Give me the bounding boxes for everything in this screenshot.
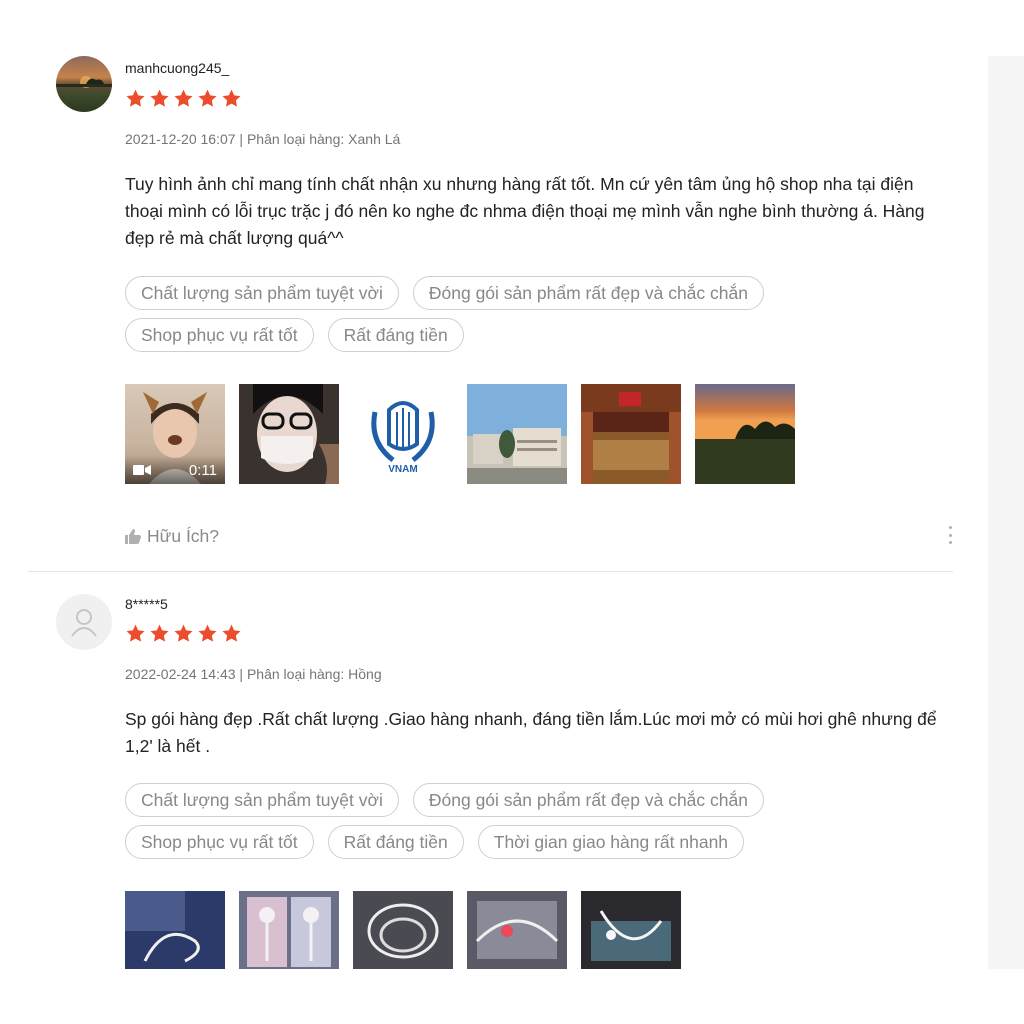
helpful-button[interactable]: Hữu Ích? [125, 526, 219, 547]
sunset-avatar-image [56, 76, 112, 88]
video-camera-icon [133, 465, 151, 475]
star-icon [174, 89, 193, 107]
review-variation: Phân loại hàng: Hồng [246, 666, 382, 682]
earphones-table-image [581, 891, 681, 969]
review-timestamp: 2021-12-20 16:07 [125, 131, 236, 147]
star-icon [174, 624, 193, 642]
review-tag: Đóng gói sản phẩm rất đẹp và chắc chắn [412, 276, 764, 310]
cable-photo-image [353, 891, 453, 969]
thumbs-up-icon [125, 529, 141, 544]
review-media [125, 891, 681, 969]
review-tags: Chất lượng sản phẩm tuyệt vời Đóng gói s… [125, 276, 885, 352]
earphones-photo-image [125, 891, 225, 969]
review-tag: Shop phục vụ rất tốt [125, 825, 314, 859]
review-tag: Đóng gói sản phẩm rất đẹp và chắc chắn [412, 783, 764, 817]
masked-person-image [239, 384, 339, 484]
right-scroll-panel [988, 56, 1024, 969]
star-rating [125, 89, 242, 107]
reviewer-username[interactable]: manhcuong245_ [125, 60, 229, 76]
review-variation: Phân loại hàng: Xanh Lá [246, 131, 401, 147]
review-meta: 2022-02-24 14:43 | Phân loại hàng: Hồng [125, 666, 382, 682]
photo-thumbnail[interactable] [581, 891, 681, 969]
photo-thumbnail[interactable] [239, 891, 339, 969]
star-icon [126, 89, 145, 107]
photo-thumbnail[interactable] [125, 891, 225, 969]
photo-thumbnail[interactable] [353, 891, 453, 969]
star-icon [222, 624, 241, 642]
review-tag: Chất lượng sản phẩm tuyệt vời [125, 783, 399, 817]
review-comment: Tuy hình ảnh chỉ mang tính chất nhận xu … [125, 174, 925, 248]
review-meta: 2021-12-20 16:07 | Phân loại hàng: Xanh … [125, 131, 401, 147]
photo-thumbnail[interactable] [695, 384, 795, 484]
building-image [467, 384, 567, 484]
reviewer-username[interactable]: 8*****5 [125, 596, 168, 612]
photo-thumbnail[interactable] [467, 891, 567, 969]
review-media: 0:11 VNAM [125, 384, 795, 484]
review-tag: Rất đáng tiền [327, 825, 464, 859]
user-placeholder-icon [71, 609, 97, 637]
earphones-bag-image [467, 891, 567, 969]
review-tags: Chất lượng sản phẩm tuyệt vời Đóng gói s… [125, 783, 885, 859]
orchestra-stage-image [581, 384, 681, 484]
video-thumbnail[interactable]: 0:11 [125, 384, 225, 484]
review-divider [28, 571, 953, 572]
helpful-label: Hữu Ích? [147, 526, 220, 546]
review-timestamp: 2022-02-24 14:43 [125, 666, 236, 682]
review-comment: Sp gói hàng đẹp .Rất chất lượng .Giao hà… [125, 709, 937, 756]
logo-text: VNAM [388, 464, 418, 475]
sunset-landscape-image [695, 384, 795, 484]
review-tag: Thời gian giao hàng rất nhanh [477, 825, 745, 859]
star-icon [150, 624, 169, 642]
review-tag: Rất đáng tiền [327, 318, 464, 352]
video-duration: 0:11 [188, 461, 217, 479]
star-icon [150, 89, 169, 107]
review-tag: Chất lượng sản phẩm tuyệt vời [125, 276, 399, 310]
star-icon [126, 624, 145, 642]
photo-thumbnail[interactable] [239, 384, 339, 484]
photo-thumbnail[interactable] [467, 384, 567, 484]
photo-thumbnail[interactable] [581, 384, 681, 484]
avatar[interactable] [56, 594, 112, 650]
more-options-icon[interactable] [946, 526, 954, 544]
star-icon [198, 624, 217, 642]
star-icon [222, 89, 241, 107]
review-tag: Shop phục vụ rất tốt [125, 318, 314, 352]
star-rating [125, 624, 242, 642]
earphones-box-image [239, 891, 339, 969]
avatar[interactable] [56, 56, 112, 112]
video-bar: 0:11 [125, 456, 225, 484]
star-icon [198, 89, 217, 107]
photo-thumbnail[interactable]: VNAM [353, 384, 453, 484]
